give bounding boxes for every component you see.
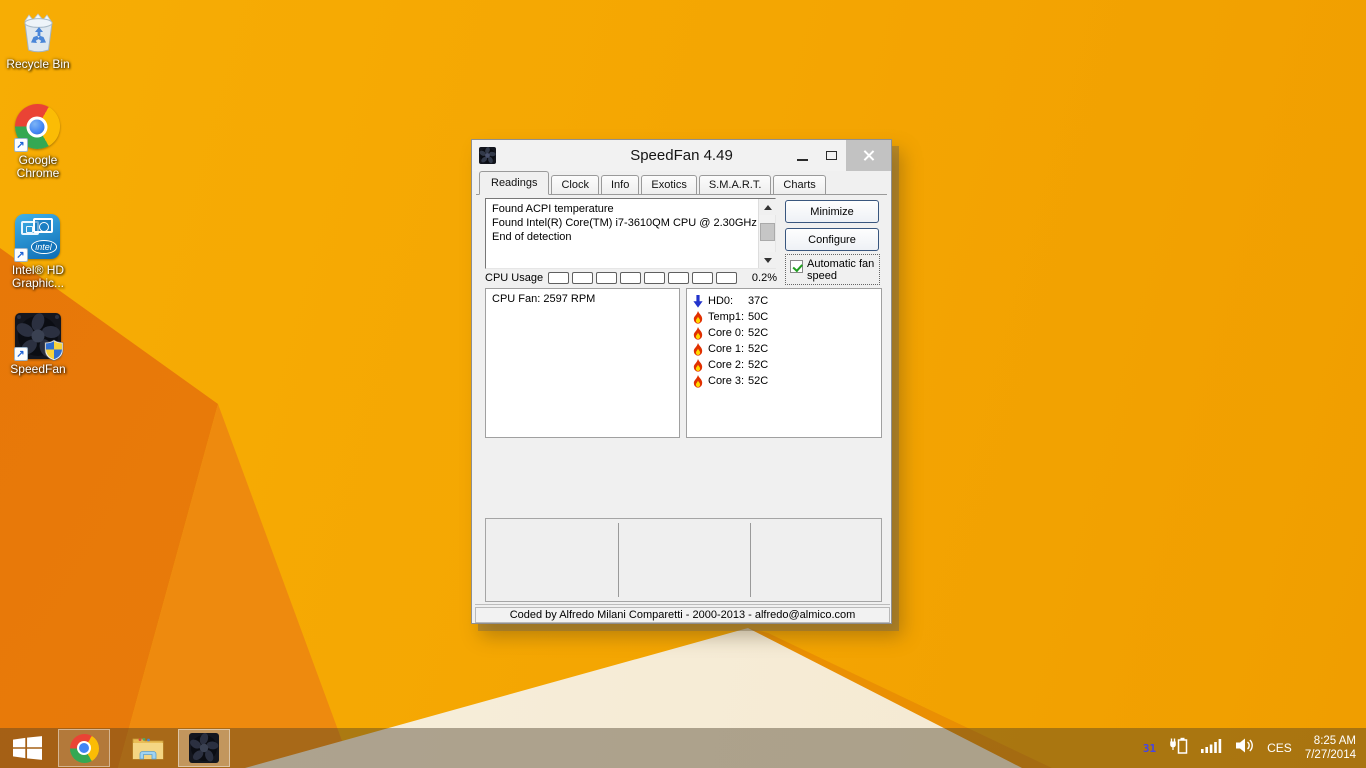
speed-controls-panel <box>485 518 882 602</box>
desktop-icon-chrome[interactable]: ↗ Google Chrome <box>0 104 76 180</box>
desktop: Recycle Bin ↗ Google Chrome intel ↗ Inte… <box>0 0 1366 768</box>
tab-exotics[interactable]: Exotics <box>641 175 696 194</box>
flame-icon <box>692 359 704 372</box>
recycle-bin-icon <box>15 8 62 55</box>
tab-smart[interactable]: S.M.A.R.T. <box>699 175 772 194</box>
taskbar-chrome-button[interactable] <box>58 729 110 767</box>
chrome-icon: ↗ <box>15 104 62 151</box>
taskbar: 31 <box>0 728 1366 768</box>
cpu-usage-cell <box>620 272 641 284</box>
temp-row[interactable]: Core 2:52C <box>692 357 876 373</box>
close-window-button[interactable] <box>846 140 891 171</box>
cpu-usage-cell <box>548 272 569 284</box>
panel-divider <box>750 523 751 597</box>
minimize-window-button[interactable] <box>788 140 817 171</box>
cpu-usage-cell <box>716 272 737 284</box>
clock-date: 7/27/2014 <box>1305 748 1356 762</box>
credits-text: Coded by Alfredo Milani Comparetti - 200… <box>510 609 856 621</box>
temp-row[interactable]: Core 0:52C <box>692 325 876 341</box>
desktop-icon-label: Recycle Bin <box>6 58 69 71</box>
tab-info[interactable]: Info <box>601 175 639 194</box>
speedfan-window: SpeedFan 4.49 Readings Clock Info Exotic… <box>471 139 892 624</box>
language-indicator[interactable]: CES <box>1267 741 1292 755</box>
file-explorer-icon <box>132 735 164 761</box>
taskbar-explorer-button[interactable] <box>122 729 174 767</box>
scrollbar-thumb[interactable] <box>760 223 775 241</box>
network-signal-icon[interactable] <box>1201 738 1223 758</box>
cpu-usage-cell <box>668 272 689 284</box>
desktop-icon-recycle-bin[interactable]: Recycle Bin <box>0 8 76 71</box>
cpu-usage-meter <box>548 272 748 284</box>
shortcut-arrow-icon: ↗ <box>14 347 28 361</box>
desktop-icon-intel-hd[interactable]: intel ↗ Intel® HD Graphic... <box>0 214 76 290</box>
detection-log[interactable]: Found ACPI temperature Found Intel(R) Co… <box>485 198 776 269</box>
cpu-usage-label: CPU Usage <box>485 272 543 284</box>
desktop-icon-label: SpeedFan <box>10 363 65 376</box>
automatic-fan-speed-group: Automatic fan speed <box>785 254 880 285</box>
scroll-up-button[interactable] <box>759 199 776 215</box>
taskbar-speedfan-button[interactable] <box>178 729 230 767</box>
log-scrollbar[interactable] <box>758 199 775 268</box>
intel-hd-icon: intel ↗ <box>15 214 62 261</box>
configure-button[interactable]: Configure <box>785 228 879 251</box>
title-bar[interactable]: SpeedFan 4.49 <box>472 140 891 171</box>
divider-line <box>475 604 890 605</box>
tab-clock[interactable]: Clock <box>551 175 599 194</box>
cpu-usage-cell <box>572 272 593 284</box>
uac-shield-icon <box>44 339 64 361</box>
tab-charts[interactable]: Charts <box>773 175 825 194</box>
temp-row[interactable]: HD0:37C <box>692 293 876 309</box>
temperature-panel: HD0:37C Temp1:50C Core 0:52C Core 1:52C … <box>686 288 882 438</box>
flame-icon <box>692 375 704 388</box>
flame-icon <box>692 343 704 356</box>
speedfan-tray-icon[interactable]: 31 <box>1143 742 1156 755</box>
system-tray: 31 <box>1143 734 1366 762</box>
shortcut-arrow-icon: ↗ <box>14 138 28 152</box>
cpu-usage-cell <box>692 272 713 284</box>
cpu-usage-cell <box>644 272 665 284</box>
temp-row[interactable]: Core 3:52C <box>692 373 876 389</box>
windows-logo-icon <box>13 736 42 760</box>
desktop-icon-speedfan[interactable]: ↗ SpeedFan <box>0 313 76 376</box>
flame-icon <box>692 327 704 340</box>
power-icon[interactable] <box>1169 737 1188 759</box>
automatic-fan-speed-label: Automatic fan speed <box>807 258 877 282</box>
desktop-icon-label: Intel® HD Graphic... <box>0 264 76 290</box>
temp-row[interactable]: Core 1:52C <box>692 341 876 357</box>
cpu-usage-row: CPU Usage 0.2% <box>485 271 777 285</box>
fan-readings-panel: CPU Fan: 2597 RPM <box>485 288 680 438</box>
log-line: Found Intel(R) Core(TM) i7-3610QM CPU @ … <box>492 216 769 230</box>
cpu-usage-value: 0.2% <box>752 272 777 284</box>
taskbar-clock[interactable]: 8:25 AM 7/27/2014 <box>1305 734 1356 762</box>
minimize-button[interactable]: Minimize <box>785 200 879 223</box>
intel-logo: intel <box>31 240 57 254</box>
maximize-icon <box>826 151 837 160</box>
speedfan-icon: ↗ <box>15 313 62 360</box>
panel-divider <box>618 523 619 597</box>
cpu-fan-reading: CPU Fan: 2597 RPM <box>492 293 673 305</box>
tab-readings[interactable]: Readings <box>479 171 549 195</box>
arrow-down-icon <box>764 258 772 263</box>
cpu-usage-cell <box>596 272 617 284</box>
automatic-fan-speed-checkbox[interactable] <box>790 260 803 273</box>
shortcut-arrow-icon: ↗ <box>14 248 28 262</box>
arrow-up-icon <box>764 205 772 210</box>
tab-bar: Readings Clock Info Exotics S.M.A.R.T. C… <box>476 173 887 195</box>
log-line: End of detection <box>492 230 769 244</box>
desktop-icon-label: Google Chrome <box>0 154 76 180</box>
maximize-window-button[interactable] <box>817 140 846 171</box>
temp-row[interactable]: Temp1:50C <box>692 309 876 325</box>
clock-time: 8:25 AM <box>1305 734 1356 748</box>
minimize-icon <box>797 159 808 161</box>
start-button[interactable] <box>0 728 54 768</box>
volume-icon[interactable] <box>1236 738 1254 758</box>
close-icon <box>862 149 875 162</box>
chrome-icon <box>70 734 99 763</box>
speedfan-icon <box>189 733 219 763</box>
scroll-down-button[interactable] <box>759 252 776 268</box>
status-bar: Coded by Alfredo Milani Comparetti - 200… <box>475 607 890 623</box>
down-arrow-icon <box>692 295 704 308</box>
flame-icon <box>692 311 704 324</box>
log-line: Found ACPI temperature <box>492 202 769 216</box>
